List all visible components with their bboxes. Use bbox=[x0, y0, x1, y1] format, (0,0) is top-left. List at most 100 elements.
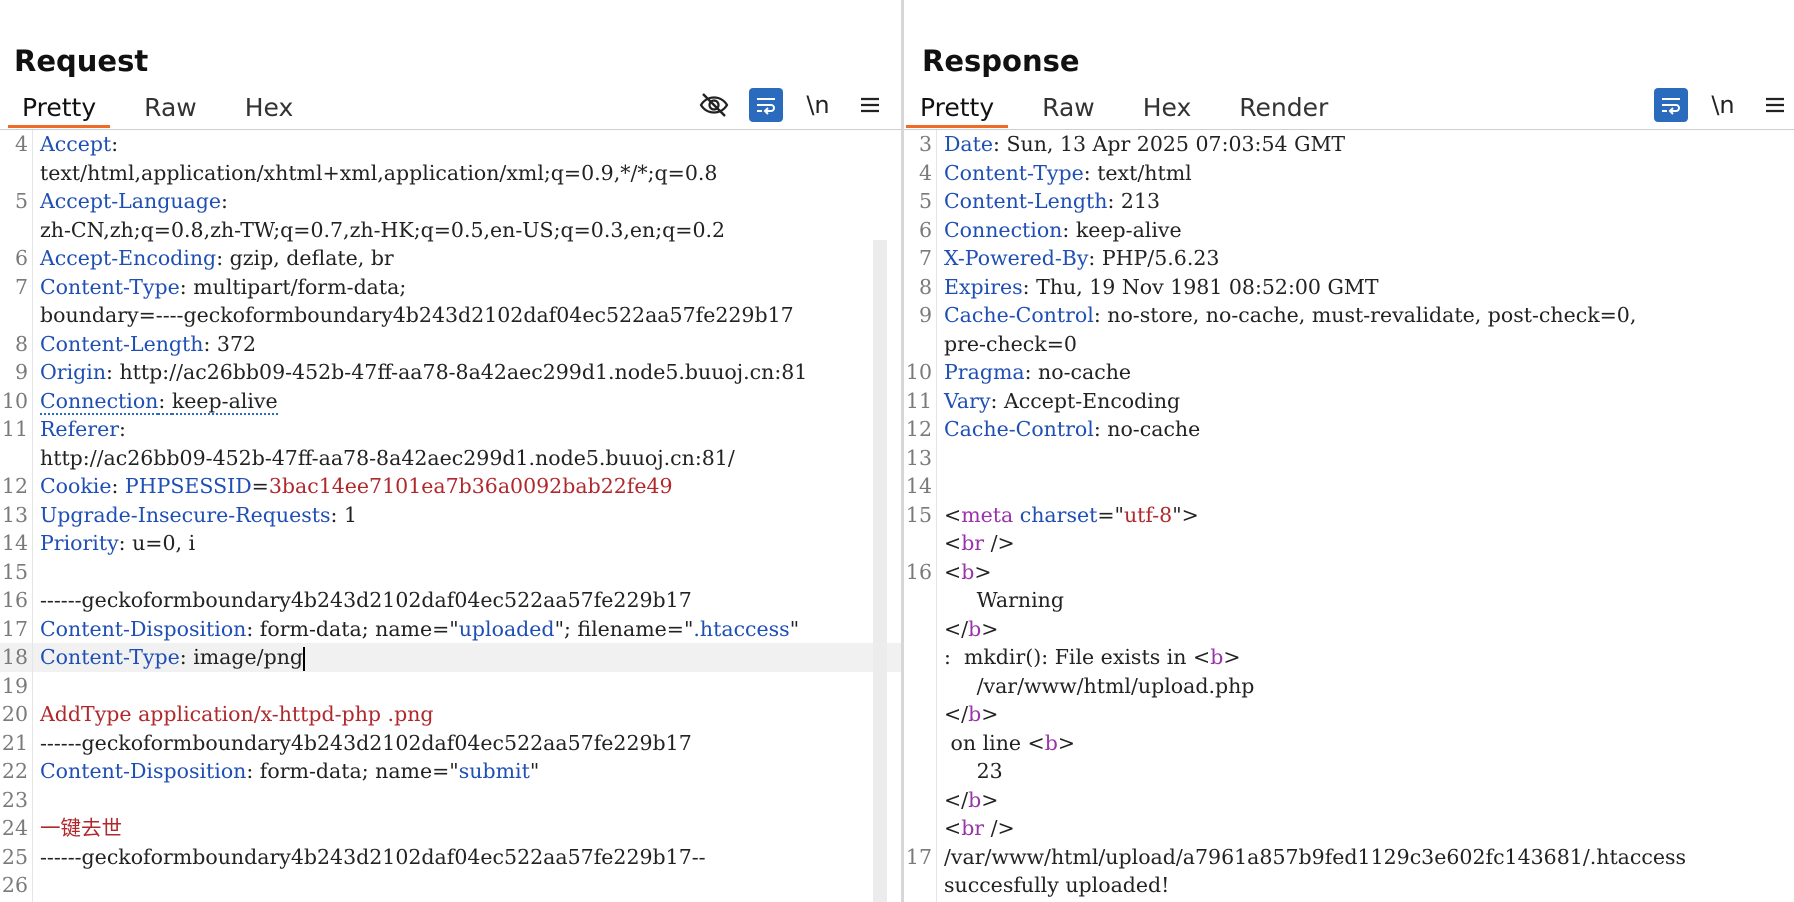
line-number: 21 bbox=[1, 730, 28, 755]
line-code: </b> bbox=[944, 700, 1794, 729]
line-code: Expires: Thu, 19 Nov 1981 08:52:00 GMT bbox=[944, 273, 1794, 302]
response-tab-raw[interactable]: Raw bbox=[1028, 88, 1109, 128]
body-text: ------geckoformboundary4b243d2102daf04ec… bbox=[40, 588, 692, 612]
hide-icon[interactable] bbox=[697, 88, 731, 122]
request-title: Request bbox=[14, 44, 149, 78]
response-line: 11 Vary: Accept-Encoding bbox=[904, 387, 1794, 416]
code-token: < bbox=[944, 531, 962, 555]
body-text: /var/www/html/upload/a7961a857b9fed1129c… bbox=[944, 844, 1687, 869]
response-line: 3 Date: Sun, 13 Apr 2025 07:03:54 GMT bbox=[904, 130, 1794, 159]
html-tag: br bbox=[961, 531, 985, 555]
newline-icon[interactable]: \n bbox=[801, 88, 835, 122]
line-number: 12 bbox=[905, 417, 932, 441]
line-number bbox=[904, 529, 944, 558]
header-key: Cookie bbox=[40, 474, 112, 498]
code-token: : bbox=[118, 531, 133, 555]
code-token: : bbox=[993, 132, 1007, 156]
line-code: </b> bbox=[944, 786, 1794, 815]
header-key: Connection bbox=[944, 217, 1063, 242]
line-number: 6 bbox=[14, 246, 28, 270]
cookie-name: PHPSESSID bbox=[124, 474, 252, 498]
header-key: Expires bbox=[944, 274, 1023, 299]
line-number: 26 bbox=[1, 873, 28, 897]
line-code: Accept-Language: bbox=[40, 187, 901, 216]
code-token: : bbox=[179, 274, 194, 299]
request-line: 8 Content-Length: 372 bbox=[0, 330, 901, 359]
line-number bbox=[0, 301, 40, 330]
line-code bbox=[944, 472, 1794, 501]
line-number: 12 bbox=[1, 474, 28, 498]
response-tab-pretty[interactable]: Pretty bbox=[906, 88, 1009, 128]
html-tag: b bbox=[961, 559, 975, 584]
line-code: Content-Type: image/png bbox=[40, 643, 901, 672]
header-key: Date bbox=[944, 132, 994, 156]
code-token: : bbox=[330, 502, 344, 527]
html-attr-value: utf-8 bbox=[1123, 502, 1173, 527]
header-value: 1 bbox=[343, 502, 358, 527]
response-line: : mkdir(): File exists in <b> bbox=[904, 643, 1794, 672]
request-line: 12 Cookie: PHPSESSID=3bac14ee7101ea7b36a0… bbox=[0, 472, 901, 501]
code-token: </ bbox=[944, 616, 969, 641]
request-line: 15 bbox=[0, 558, 901, 587]
request-line: 20 AddType application/x-httpd-php .png bbox=[0, 700, 901, 729]
header-value: no-store, no-cache, must-revalidate, pos… bbox=[1107, 303, 1637, 327]
line-number: 10 bbox=[905, 360, 932, 384]
line-code: Cache-Control: no-cache bbox=[944, 415, 1794, 444]
response-line: pre-check=0 bbox=[904, 330, 1794, 359]
response-line: 8 Expires: Thu, 19 Nov 1981 08:52:00 GMT bbox=[904, 273, 1794, 302]
line-number: 8 bbox=[14, 331, 28, 356]
request-tab-hex[interactable]: Hex bbox=[231, 88, 308, 128]
request-line: 16 ------geckoformboundary4b243d2102daf04… bbox=[0, 586, 901, 615]
newline-icon[interactable]: \n bbox=[1706, 88, 1740, 122]
param-value: uploaded bbox=[458, 616, 555, 641]
html-tag: b bbox=[968, 616, 982, 641]
code-token: : bbox=[158, 388, 172, 415]
code-token: : form-data; name=" bbox=[246, 616, 459, 641]
line-code: Pragma: no-cache bbox=[944, 358, 1794, 387]
body-text: 23 bbox=[944, 759, 1003, 783]
header-value: Thu, 19 Nov 1981 08:52:00 GMT bbox=[1036, 274, 1379, 299]
line-code: succesfully uploaded! bbox=[944, 871, 1794, 900]
code-token: : bbox=[1022, 274, 1037, 299]
response-editor[interactable]: 3 Date: Sun, 13 Apr 2025 07:03:54 GMT 4 Con… bbox=[904, 130, 1794, 902]
menu-icon[interactable] bbox=[1758, 88, 1792, 122]
line-code: <br /> bbox=[944, 529, 1794, 558]
request-editor[interactable]: 4 Accept: text/html,application/xhtml+xml,… bbox=[0, 130, 901, 902]
request-tab-pretty[interactable]: Pretty bbox=[8, 88, 111, 128]
response-tab-hex[interactable]: Hex bbox=[1129, 88, 1206, 128]
response-line: Warning bbox=[904, 586, 1794, 615]
html-tag: b bbox=[968, 702, 982, 726]
line-number: 22 bbox=[1, 759, 28, 783]
code-token: : bbox=[119, 417, 126, 441]
code-token: : bbox=[179, 645, 194, 669]
request-toolbar: \n bbox=[697, 88, 887, 122]
line-number: 11 bbox=[905, 388, 932, 413]
header-value: Sun, 13 Apr 2025 07:03:54 GMT bbox=[1006, 132, 1346, 156]
request-line: 22 Content-Disposition: form-data; name="… bbox=[0, 757, 901, 786]
html-tag: b bbox=[1210, 645, 1224, 669]
code-token: : bbox=[106, 360, 120, 384]
request-line: 11 Referer: bbox=[0, 415, 901, 444]
line-code: : mkdir(): File exists in <b> bbox=[944, 643, 1794, 672]
line-code: Upgrade-Insecure-Requests: 1 bbox=[40, 501, 901, 530]
line-number bbox=[904, 330, 944, 359]
wrap-icon[interactable] bbox=[749, 88, 783, 122]
request-scrollbar[interactable] bbox=[873, 240, 887, 902]
request-tab-raw[interactable]: Raw bbox=[130, 88, 211, 128]
request-line: 5 Accept-Language: bbox=[0, 187, 901, 216]
header-value: multipart/form-data; bbox=[193, 274, 407, 299]
request-line: 10 Connection: keep-alive bbox=[0, 387, 901, 416]
line-code: ------geckoformboundary4b243d2102daf04ec… bbox=[40, 729, 901, 758]
line-code: text/html,application/xhtml+xml,applicat… bbox=[40, 159, 901, 188]
response-tab-render[interactable]: Render bbox=[1225, 88, 1342, 128]
wrap-icon[interactable] bbox=[1654, 88, 1688, 122]
menu-icon[interactable] bbox=[853, 88, 887, 122]
body-text: text/html,application/xhtml+xml,applicat… bbox=[40, 160, 718, 185]
code-token: < bbox=[944, 816, 962, 840]
line-code: ------geckoformboundary4b243d2102daf04ec… bbox=[40, 843, 901, 872]
line-number: 25 bbox=[1, 844, 28, 869]
body-text: ------geckoformboundary4b243d2102daf04ec… bbox=[40, 844, 706, 869]
request-line: 14 Priority: u=0, i bbox=[0, 529, 901, 558]
header-key: Content-Disposition bbox=[40, 616, 247, 641]
request-line: 13 Upgrade-Insecure-Requests: 1 bbox=[0, 501, 901, 530]
